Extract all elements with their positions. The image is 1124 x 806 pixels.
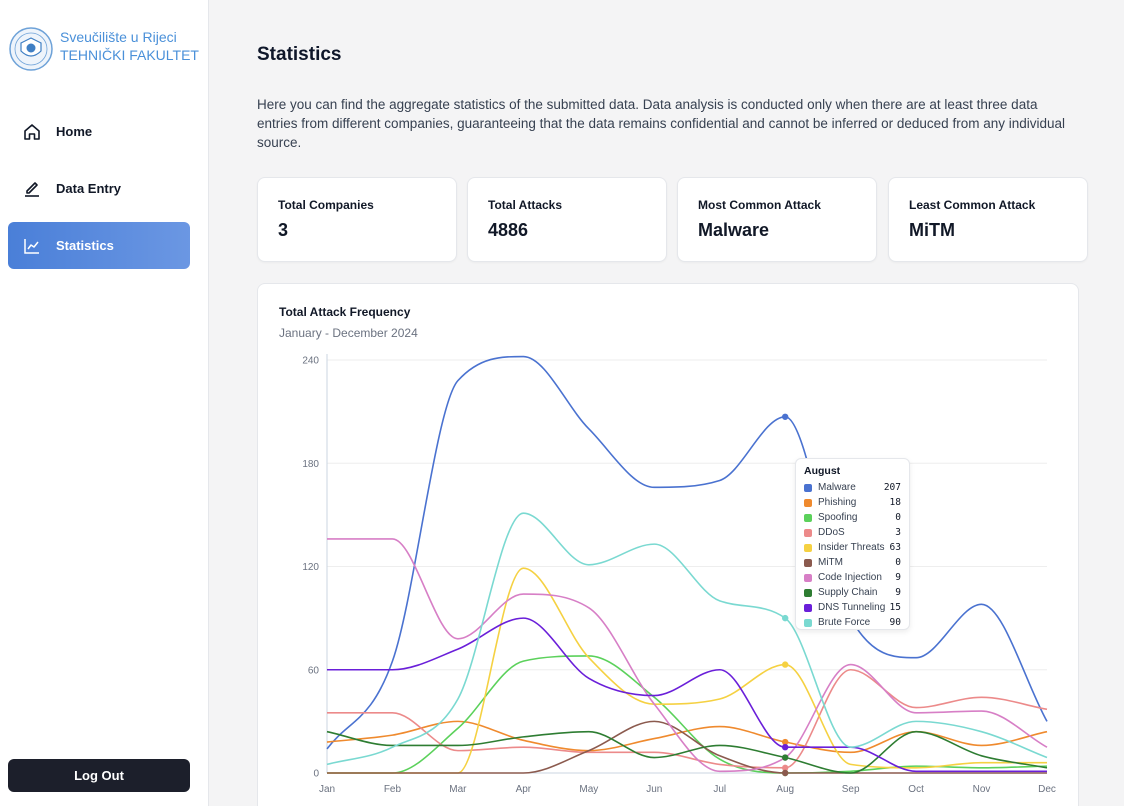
tooltip-row: Code Injection 9 [804, 570, 901, 585]
legend-swatch [804, 603, 812, 612]
data-point-mitm [781, 769, 789, 777]
tooltip-series-value: 18 [889, 497, 901, 508]
legend-swatch [804, 588, 812, 597]
series-line-insider-threats [327, 567, 1047, 774]
legend-swatch [804, 528, 812, 537]
tooltip-row: DDoS 3 [804, 525, 901, 540]
tooltip-series-value: 0 [895, 557, 901, 568]
x-tick-label: Aug [776, 784, 794, 795]
series-line-brute-force [326, 512, 1048, 766]
tooltip-row: Malware 207 [804, 480, 901, 495]
x-tick-label: Oct [908, 784, 924, 795]
series-line-ddos [326, 668, 1048, 769]
legend-swatch [804, 498, 812, 507]
y-tick-label: 0 [313, 769, 319, 780]
tooltip-series-value: 207 [883, 482, 901, 493]
data-point-dns-tunneling [781, 743, 789, 751]
tooltip-series-name: DDoS [818, 527, 845, 538]
data-point-malware [781, 413, 789, 420]
tooltip-series-name: Malware [818, 482, 856, 493]
x-tick-label: Jan [319, 784, 335, 795]
tooltip-series-value: 9 [895, 572, 901, 583]
x-tick-label: Dec [1038, 784, 1056, 795]
tooltip-series-value: 0 [895, 512, 901, 523]
x-tick-label: Sep [842, 784, 860, 795]
tooltip-series-name: MiTM [818, 557, 843, 568]
tooltip-series-name: DNS Tunneling [818, 602, 886, 613]
tooltip-series-value: 15 [889, 602, 901, 613]
tooltip-series-name: Code Injection [818, 572, 882, 583]
legend-swatch [804, 483, 812, 492]
legend-swatch [804, 618, 812, 627]
y-tick-label: 60 [308, 665, 320, 676]
series-line-malware [326, 355, 1048, 750]
tooltip-row: Insider Threats 63 [804, 540, 901, 555]
tooltip-series-value: 63 [889, 542, 901, 553]
x-tick-label: Feb [384, 784, 402, 795]
tooltip-series-value: 9 [895, 587, 901, 598]
tooltip-series-value: 3 [895, 527, 901, 538]
x-tick-label: Mar [449, 784, 467, 795]
chart-tooltip: August Malware 207 Phishing 18 Spoofing 0 DDoS… [795, 458, 910, 630]
tooltip-row: Spoofing 0 [804, 510, 901, 525]
tooltip-series-name: Brute Force [818, 617, 871, 628]
legend-swatch [804, 558, 812, 567]
data-point-brute-force [781, 614, 789, 622]
tooltip-series-name: Spoofing [818, 512, 858, 523]
tooltip-row: Brute Force 90 [804, 615, 901, 630]
x-tick-label: Jun [646, 784, 662, 795]
tooltip-row: Phishing 18 [804, 495, 901, 510]
legend-swatch [804, 543, 812, 552]
data-point-insider-threats [781, 661, 789, 668]
tooltip-title: August [804, 465, 841, 477]
data-point-supply-chain [781, 754, 789, 761]
x-tick-label: May [579, 784, 598, 795]
tooltip-series-name: Insider Threats [818, 542, 885, 553]
x-tick-label: Nov [973, 784, 991, 795]
tooltip-row: DNS Tunneling 15 [804, 600, 901, 615]
y-tick-label: 240 [302, 356, 319, 367]
tooltip-series-name: Supply Chain [818, 587, 878, 598]
x-tick-label: Jul [713, 784, 726, 795]
tooltip-series-name: Phishing [818, 497, 857, 508]
series-line-spoofing [327, 655, 1048, 774]
tooltip-row: Supply Chain 9 [804, 585, 901, 600]
tooltip-row: MiTM 0 [804, 555, 901, 570]
y-tick-label: 120 [302, 562, 319, 573]
y-tick-label: 180 [302, 459, 319, 470]
legend-swatch [804, 573, 812, 582]
legend-swatch [804, 513, 812, 522]
x-tick-label: Apr [516, 784, 532, 795]
tooltip-series-value: 90 [889, 617, 901, 628]
attack-frequency-chart[interactable]: 060120180240Jan Feb Mar Apr May Jun Jul Aug Sep O… [0, 0, 1124, 806]
